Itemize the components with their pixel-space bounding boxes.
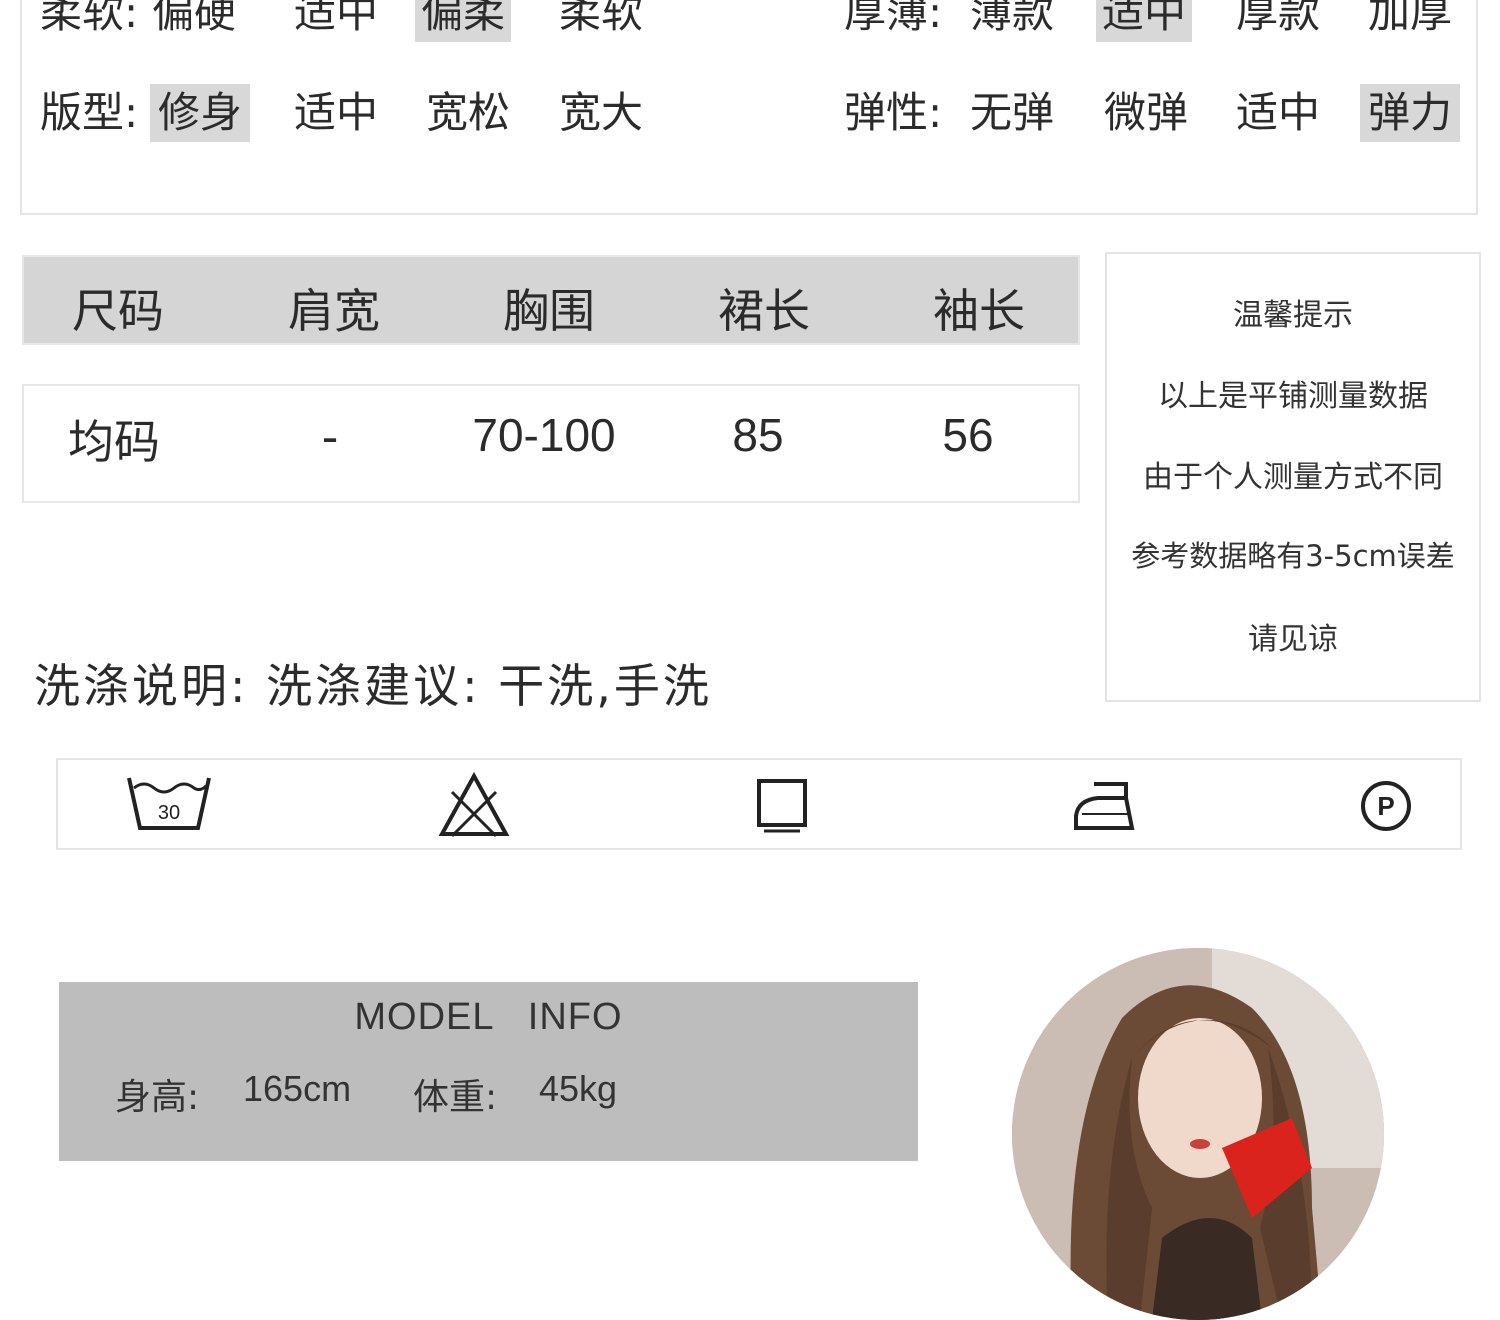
- model-photo: [1012, 948, 1384, 1320]
- fit-row: 版型: 修身 适中 宽松 宽大: [22, 84, 722, 144]
- cell-shoulder: -: [321, 410, 339, 464]
- model-weight-value: 45kg: [539, 1068, 618, 1109]
- fit-option: 适中: [294, 88, 379, 137]
- fit-option-selected: 修身: [150, 84, 251, 142]
- thickness-option: 加厚: [1368, 0, 1453, 37]
- size-table-header: 尺码 肩宽 胸围 裙长 袖长: [22, 255, 1080, 345]
- tumble-dry-icon: [757, 779, 807, 833]
- model-info-title: MODEL INFO: [354, 996, 623, 1038]
- softness-option: 偏硬: [152, 0, 237, 37]
- header-bust: 胸围: [503, 284, 595, 338]
- fit-option: 宽大: [559, 88, 644, 137]
- header-sleeve-length: 袖长: [933, 284, 1025, 338]
- elasticity-option: 适中: [1236, 88, 1321, 137]
- wash-instructions: 洗涤说明: 洗涤建议: 干洗,手洗: [34, 659, 712, 713]
- fit-option: 宽松: [426, 88, 511, 137]
- model-weight-label: 体重:: [413, 1077, 498, 1118]
- no-bleach-icon: [438, 772, 510, 838]
- fit-label: 版型:: [40, 88, 139, 137]
- thickness-option: 厚款: [1236, 0, 1321, 37]
- model-info-panel: MODEL INFO 身高: 165cm 体重: 45kg: [59, 982, 918, 1161]
- model-photo-illustration: [1012, 948, 1384, 1320]
- softness-option-selected: 偏柔: [415, 0, 512, 42]
- thickness-label: 厚薄:: [844, 0, 943, 37]
- cell-dress-length: 85: [732, 409, 784, 461]
- tip-line: 由于个人测量方式不同: [1143, 460, 1443, 495]
- elasticity-label: 弹性:: [844, 88, 943, 137]
- softness-row: 柔软: 偏硬 适中 偏柔 柔软: [22, 0, 722, 44]
- tips-panel: 温馨提示 以上是平铺测量数据 由于个人测量方式不同 参考数据略有3-5cm误差 …: [1105, 252, 1481, 702]
- iron-icon: [1074, 782, 1135, 830]
- header-size: 尺码: [72, 284, 164, 338]
- tips-title: 温馨提示: [1233, 298, 1353, 333]
- header-dress-length: 裙长: [718, 284, 810, 338]
- cell-bust: 70-100: [472, 409, 616, 461]
- thickness-option-selected: 适中: [1096, 0, 1193, 42]
- attribute-panel: 柔软: 偏硬 适中 偏柔 柔软 厚薄: 薄款 适中 厚款 加厚 版型: 修身 适…: [20, 0, 1478, 215]
- header-shoulder: 肩宽: [288, 284, 380, 338]
- model-height-label: 身高:: [115, 1077, 200, 1118]
- wash-temp-text: 30: [158, 802, 180, 824]
- elasticity-option-selected: 弹力: [1360, 84, 1461, 142]
- elasticity-option: 无弹: [970, 88, 1055, 137]
- dry-clean-p-icon: P: [1361, 781, 1411, 831]
- tip-line: 参考数据略有3-5cm误差: [1131, 539, 1455, 573]
- size-table-row: 均码 - 70-100 85 56: [22, 384, 1080, 503]
- cell-size: 均码: [68, 415, 160, 469]
- thickness-row: 厚薄: 薄款 适中 厚款 加厚: [822, 0, 1472, 44]
- cell-sleeve-length: 56: [942, 409, 994, 461]
- softness-option: 适中: [294, 0, 379, 37]
- thickness-option: 薄款: [970, 0, 1055, 37]
- softness-option: 柔软: [559, 0, 644, 37]
- tip-line: 请见谅: [1248, 622, 1338, 657]
- elasticity-option: 微弹: [1104, 88, 1189, 137]
- wash-30-icon: 30: [127, 777, 211, 830]
- care-icon-strip: 30 P: [56, 758, 1462, 850]
- dry-clean-letter: P: [1377, 791, 1394, 821]
- softness-label: 柔软:: [40, 0, 139, 37]
- tip-line: 以上是平铺测量数据: [1158, 379, 1428, 414]
- elasticity-row: 弹性: 无弹 微弹 适中 弹力: [822, 84, 1472, 144]
- model-height-value: 165cm: [243, 1068, 352, 1109]
